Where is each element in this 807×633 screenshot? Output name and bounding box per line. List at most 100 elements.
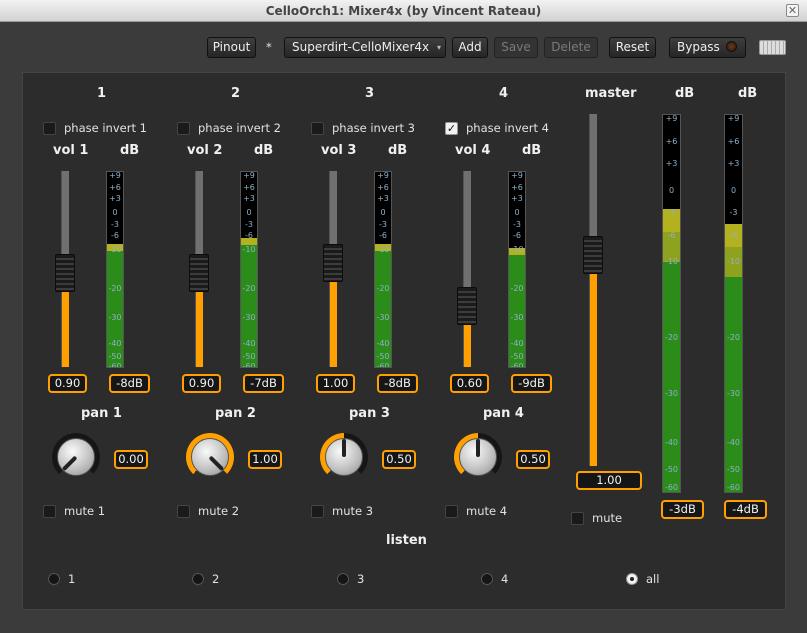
db-value[interactable]: -8dB xyxy=(109,374,150,393)
mute-label: mute 1 xyxy=(64,504,106,518)
master-db-left-value[interactable]: -3dB xyxy=(661,500,704,519)
volume-value[interactable]: 0.60 xyxy=(450,374,489,393)
listen-radio-2[interactable] xyxy=(192,573,204,585)
listen-option-label: 4 xyxy=(501,572,509,586)
meter-tick-label: -10 xyxy=(726,257,741,267)
volume-fader-track[interactable] xyxy=(457,171,477,367)
close-window-icon[interactable]: ✕ xyxy=(786,4,799,17)
meter-tick-label: +3 xyxy=(727,159,740,169)
pan-knob-pointer xyxy=(476,439,480,457)
mute-checkbox[interactable] xyxy=(445,505,458,518)
pan-knob[interactable] xyxy=(52,433,100,481)
meter-tick-label: +9 xyxy=(727,114,740,123)
listen-radio-1[interactable] xyxy=(48,573,60,585)
pan-knob[interactable] xyxy=(320,433,368,481)
volume-fader-track[interactable] xyxy=(323,171,343,367)
master-fader-handle[interactable] xyxy=(583,235,603,274)
phase-invert-label: phase invert 3 xyxy=(332,121,415,135)
modified-indicator: * xyxy=(266,40,272,54)
meter-scale: +9 +6 +3 0 -3 -6 -10 -20 -30 -40 -50 -60 xyxy=(241,172,257,367)
master-meter-right: +9 +6 +3 0 -3 -6 -10 -20 -30 -40 -50 -60 xyxy=(724,114,743,493)
preset-select[interactable]: Superdirt-CelloMixer4x ▾ xyxy=(284,37,446,58)
meter-tick-label: 0 xyxy=(730,185,737,195)
meter-tick-label: -6 xyxy=(245,231,253,241)
volume-value[interactable]: 0.90 xyxy=(182,374,221,393)
keyboard-icon[interactable] xyxy=(759,40,786,55)
meter-tick-label: -10 xyxy=(376,245,390,255)
meter-tick-label: -30 xyxy=(510,313,524,323)
volume-fader-handle[interactable] xyxy=(189,253,209,292)
volume-fader-handle[interactable] xyxy=(323,244,343,283)
meter-tick-label: -10 xyxy=(108,245,122,255)
volume-value[interactable]: 1.00 xyxy=(316,374,355,393)
meter-tick-label: +9 xyxy=(665,114,678,123)
level-meter: +9 +6 +3 0 -3 -6 -10 -20 -30 -40 -50 -60 xyxy=(240,171,258,368)
reset-button[interactable]: Reset xyxy=(609,37,656,58)
mute-checkbox[interactable] xyxy=(177,505,190,518)
pan-value[interactable]: 0.50 xyxy=(382,450,416,469)
mute-label: mute 4 xyxy=(466,504,508,518)
master-meter-left: +9 +6 +3 0 -3 -6 -10 -20 -30 -40 -50 -60 xyxy=(662,114,681,493)
master-mute-checkbox[interactable] xyxy=(571,512,584,525)
channel-number: 3 xyxy=(365,86,375,101)
add-preset-button[interactable]: Add xyxy=(452,37,488,58)
master-db-right-value[interactable]: -4dB xyxy=(724,500,767,519)
master-value[interactable]: 1.00 xyxy=(576,471,642,490)
meter-tick-label: +6 xyxy=(109,182,121,192)
meter-tick-label: -10 xyxy=(510,245,524,255)
vol-label: vol 4 xyxy=(455,143,491,158)
meter-tick-label: -20 xyxy=(664,332,679,342)
mute-checkbox[interactable] xyxy=(311,505,324,518)
meter-tick-label: +6 xyxy=(243,182,255,192)
volume-value[interactable]: 0.90 xyxy=(48,374,87,393)
meter-tick-label: -50 xyxy=(108,352,122,362)
db-value[interactable]: -8dB xyxy=(377,374,418,393)
save-preset-button[interactable]: Save xyxy=(494,37,538,58)
volume-fader-handle[interactable] xyxy=(457,287,477,326)
pan-knob[interactable] xyxy=(186,433,234,481)
pan-value[interactable]: 0.00 xyxy=(114,450,148,469)
pan-knob[interactable] xyxy=(454,433,502,481)
delete-preset-button[interactable]: Delete xyxy=(544,37,598,58)
meter-tick-label: -6 xyxy=(729,230,738,240)
listen-radio-4[interactable] xyxy=(481,573,493,585)
meter-scale: +9 +6 +3 0 -3 -6 -10 -20 -30 -40 -50 -60 xyxy=(375,172,391,367)
level-meter: +9 +6 +3 0 -3 -6 -10 -20 -30 -40 -50 -60 xyxy=(374,171,392,368)
meter-tick-label: -60 xyxy=(664,483,679,493)
pan-value[interactable]: 1.00 xyxy=(248,450,282,469)
volume-fader-handle[interactable] xyxy=(55,253,75,292)
meter-tick-label: 0 xyxy=(668,185,675,195)
phase-invert-checkbox[interactable] xyxy=(177,122,190,135)
meter-tick-label: -40 xyxy=(726,438,741,448)
pan-value[interactable]: 0.50 xyxy=(516,450,550,469)
master-fader-track[interactable] xyxy=(583,114,603,466)
meter-tick-label: +9 xyxy=(511,171,523,180)
meter-tick-label: -20 xyxy=(242,284,256,294)
meter-tick-label: 0 xyxy=(246,208,252,218)
meter-scale: +9 +6 +3 0 -3 -6 -10 -20 -30 -40 -50 -60 xyxy=(509,172,525,367)
master-fader-fill xyxy=(590,254,597,466)
bypass-button[interactable]: Bypass xyxy=(669,37,746,58)
meter-tick-label: -3 xyxy=(729,208,738,218)
meter-scale: +9 +6 +3 0 -3 -6 -10 -20 -30 -40 -50 -60 xyxy=(663,115,680,492)
meter-tick-label: +3 xyxy=(109,194,121,204)
listen-radio-all[interactable] xyxy=(626,573,638,585)
db-value[interactable]: -9dB xyxy=(511,374,552,393)
channel-number: 1 xyxy=(97,86,107,101)
phase-invert-checkbox[interactable] xyxy=(43,122,56,135)
pan-label: pan 4 xyxy=(483,406,524,421)
meter-tick-label: 0 xyxy=(514,208,520,218)
meter-tick-label: +6 xyxy=(727,136,740,146)
phase-invert-checkbox[interactable]: ✓ xyxy=(445,122,458,135)
pinout-button[interactable]: Pinout xyxy=(207,37,256,58)
mute-checkbox[interactable] xyxy=(43,505,56,518)
db-value[interactable]: -7dB xyxy=(243,374,284,393)
bypass-led-icon xyxy=(725,41,737,52)
master-label: master xyxy=(585,86,637,101)
volume-fader-track[interactable] xyxy=(189,171,209,367)
listen-label: listen xyxy=(386,533,427,548)
listen-radio-3[interactable] xyxy=(337,573,349,585)
volume-fader-track[interactable] xyxy=(55,171,75,367)
phase-invert-checkbox[interactable] xyxy=(311,122,324,135)
meter-tick-label: -6 xyxy=(667,230,676,240)
